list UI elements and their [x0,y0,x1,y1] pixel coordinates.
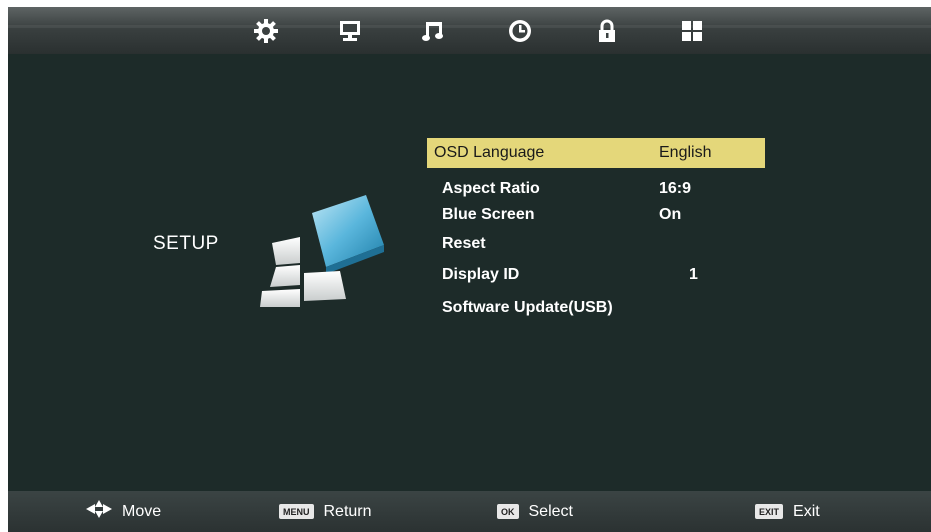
menu-label: Reset [442,235,486,252]
hint-select: OK Select [497,491,573,532]
hint-move: Move [86,491,161,532]
osd-screen: SETUP OSD Language English Aspect Ratio … [8,7,931,532]
menu-value: English [659,144,712,161]
menu-row-display-id[interactable]: Display ID 1 [427,260,765,290]
section-title: SETUP [153,233,219,254]
tab-sound-music-note-icon[interactable] [419,17,447,45]
hint-return: MENU Return [279,491,372,532]
menu-label: Display ID [442,266,520,283]
menu-row-osd-language[interactable]: OSD Language English [427,138,765,168]
ok-key-icon: OK [497,504,519,519]
menu-value: 16:9 [659,180,692,197]
menu-value: On [659,206,682,223]
menu-label: Aspect Ratio [442,180,540,197]
top-tab-bar [8,7,931,54]
exit-key-icon: EXIT [755,504,784,519]
tab-app-grid-icon[interactable] [678,17,706,45]
hint-return-label: Return [323,502,372,520]
setup-tiles-graphic [260,195,390,315]
tab-setup-gear-icon[interactable] [252,17,280,45]
menu-row-blue-screen[interactable]: Blue Screen On [427,200,765,230]
tab-lock-icon[interactable] [593,17,621,45]
bottom-hint-bar: Move MENU Return OK Select EXIT Exit [8,491,931,532]
menu-label: OSD Language [434,144,545,161]
menu-row-reset[interactable]: Reset [427,229,765,259]
menu-label: Blue Screen [442,206,535,223]
menu-key-icon: MENU [279,504,314,519]
menu-row-software-update[interactable]: Software Update(USB) [427,293,765,323]
tab-bar-stripe [8,25,931,28]
hint-select-label: Select [528,502,573,520]
hint-exit-label: Exit [793,502,820,520]
menu-value: 1 [689,266,698,283]
dpad-arrows-icon [86,500,112,523]
menu-label: Software Update(USB) [442,299,613,316]
tab-picture-monitor-icon[interactable] [336,17,364,45]
hint-move-label: Move [122,502,162,520]
tab-time-clock-icon[interactable] [506,17,534,45]
hint-exit: EXIT Exit [755,491,820,532]
